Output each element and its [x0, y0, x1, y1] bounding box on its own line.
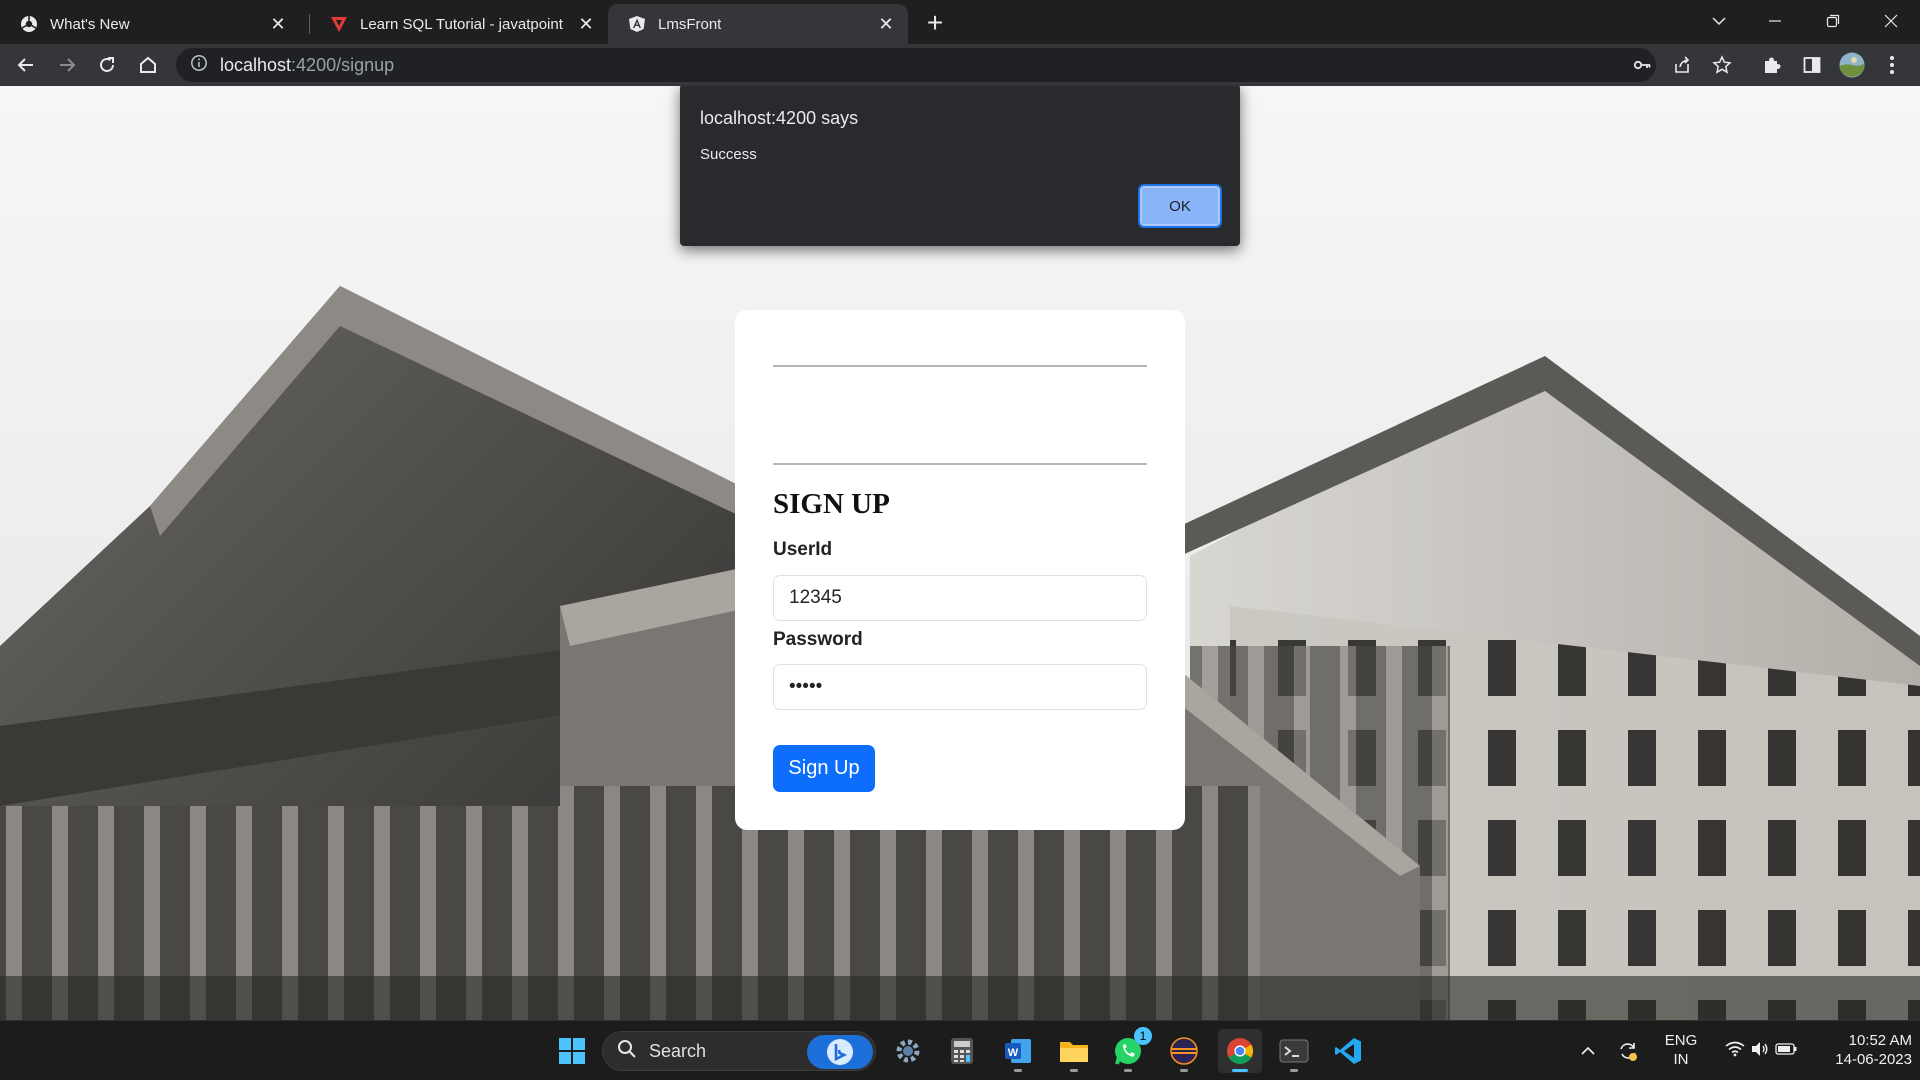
running-indicator	[1070, 1069, 1078, 1072]
tab-search-chevron-icon[interactable]	[1696, 6, 1742, 36]
notification-badge: 1	[1134, 1027, 1152, 1045]
alert-ok-button[interactable]: OK	[1138, 184, 1222, 228]
reload-icon[interactable]	[91, 49, 123, 81]
word-icon[interactable]: W	[996, 1029, 1040, 1073]
signup-button[interactable]: Sign Up	[773, 745, 875, 792]
close-icon[interactable]: ✕	[576, 14, 596, 34]
tab-whats-new[interactable]: What's New ✕	[0, 4, 300, 44]
search-icon	[617, 1039, 637, 1064]
clock-time: 10:52 AM	[1848, 1032, 1912, 1049]
password-label: Password	[773, 629, 863, 650]
svg-text:W: W	[1008, 1047, 1019, 1059]
userid-input[interactable]	[773, 575, 1147, 621]
calculator-icon[interactable]	[940, 1029, 984, 1073]
close-window-icon[interactable]	[1868, 6, 1914, 36]
alert-message: Success	[700, 146, 757, 163]
bing-chat-icon[interactable]	[807, 1035, 873, 1069]
close-icon[interactable]: ✕	[876, 14, 896, 34]
restore-icon[interactable]	[1810, 6, 1856, 36]
show-hidden-icons-chevron-icon[interactable]	[1570, 1029, 1606, 1073]
search-label: Search	[649, 1040, 707, 1061]
signup-title: SIGN UP	[773, 488, 890, 520]
url-path: :4200/signup	[291, 54, 395, 75]
url-host: localhost	[220, 54, 292, 75]
profile-avatar-icon[interactable]	[1836, 49, 1868, 81]
wifi-icon	[1725, 1041, 1745, 1062]
region-code: IN	[1673, 1051, 1689, 1068]
page-viewport: SIGN UP UserId Password Sign Up localhos…	[0, 86, 1920, 1020]
back-arrow-icon[interactable]	[10, 49, 42, 81]
tab-title: LmsFront	[658, 15, 722, 33]
divider-line	[773, 365, 1147, 367]
vscode-icon[interactable]	[1326, 1029, 1370, 1073]
alert-title: localhost:4200 says	[700, 108, 859, 128]
userid-label: UserId	[773, 539, 833, 560]
bookmark-star-icon[interactable]	[1706, 49, 1738, 81]
language-code: ENG	[1664, 1032, 1698, 1049]
running-indicator	[1124, 1069, 1132, 1072]
language-indicator[interactable]: ENG IN	[1656, 1031, 1706, 1069]
password-input[interactable]	[773, 664, 1147, 710]
battery-icon	[1775, 1042, 1797, 1060]
alert-dialog: localhost:4200 says Success OK	[680, 86, 1240, 246]
tab-lmsfront[interactable]: LmsFront ✕	[608, 4, 908, 44]
address-bar[interactable]: localhost:4200/signup	[176, 48, 1656, 82]
chrome-icon[interactable]	[1218, 1029, 1262, 1073]
eclipse-icon[interactable]	[1162, 1029, 1206, 1073]
windows-taskbar: Search W 1 ENG IN 10:52 AM 14-06-2023	[0, 1020, 1920, 1080]
site-info-icon[interactable]	[190, 54, 208, 77]
tab-title: Learn SQL Tutorial - javatpoint	[360, 15, 563, 33]
chrome-whats-new-icon	[20, 15, 38, 33]
browser-tab-strip: What's New ✕ Learn SQL Tutorial - javatp…	[0, 0, 1920, 44]
angular-icon	[628, 15, 646, 33]
tab-javatpoint[interactable]: Learn SQL Tutorial - javatpoint ✕	[310, 4, 608, 44]
windows-start-icon[interactable]	[550, 1029, 594, 1073]
tab-title: What's New	[50, 15, 130, 33]
forward-arrow-icon[interactable]	[51, 49, 83, 81]
whatsapp-icon[interactable]: 1	[1106, 1027, 1152, 1073]
settings-gear-icon[interactable]	[886, 1029, 930, 1073]
extensions-puzzle-icon[interactable]	[1756, 49, 1788, 81]
quick-settings[interactable]	[1716, 1029, 1806, 1073]
javatpoint-icon	[330, 15, 348, 33]
side-panel-icon[interactable]	[1796, 49, 1828, 81]
terminal-icon[interactable]	[1272, 1029, 1316, 1073]
browser-toolbar: localhost:4200/signup	[0, 44, 1920, 86]
new-tab-button[interactable]: +	[920, 9, 950, 39]
file-explorer-icon[interactable]	[1052, 1029, 1096, 1073]
sync-status-icon[interactable]	[1610, 1029, 1646, 1073]
divider-line	[773, 463, 1147, 465]
close-icon[interactable]: ✕	[268, 14, 288, 34]
chrome-menu-icon[interactable]	[1876, 49, 1908, 81]
clock-date: 14-06-2023	[1835, 1051, 1912, 1068]
home-icon[interactable]	[132, 49, 164, 81]
url-text: localhost:4200/signup	[220, 55, 394, 76]
volume-icon	[1751, 1041, 1769, 1062]
minimize-icon[interactable]	[1752, 6, 1798, 36]
running-indicator	[1180, 1069, 1188, 1072]
running-indicator	[1014, 1069, 1022, 1072]
password-key-icon[interactable]	[1626, 49, 1658, 81]
running-indicator	[1232, 1069, 1248, 1072]
share-icon[interactable]	[1666, 49, 1698, 81]
running-indicator	[1290, 1069, 1298, 1072]
signup-card: SIGN UP UserId Password Sign Up	[735, 310, 1185, 830]
taskbar-search-box[interactable]: Search	[602, 1031, 876, 1071]
clock[interactable]: 10:52 AM 14-06-2023	[1808, 1031, 1912, 1069]
